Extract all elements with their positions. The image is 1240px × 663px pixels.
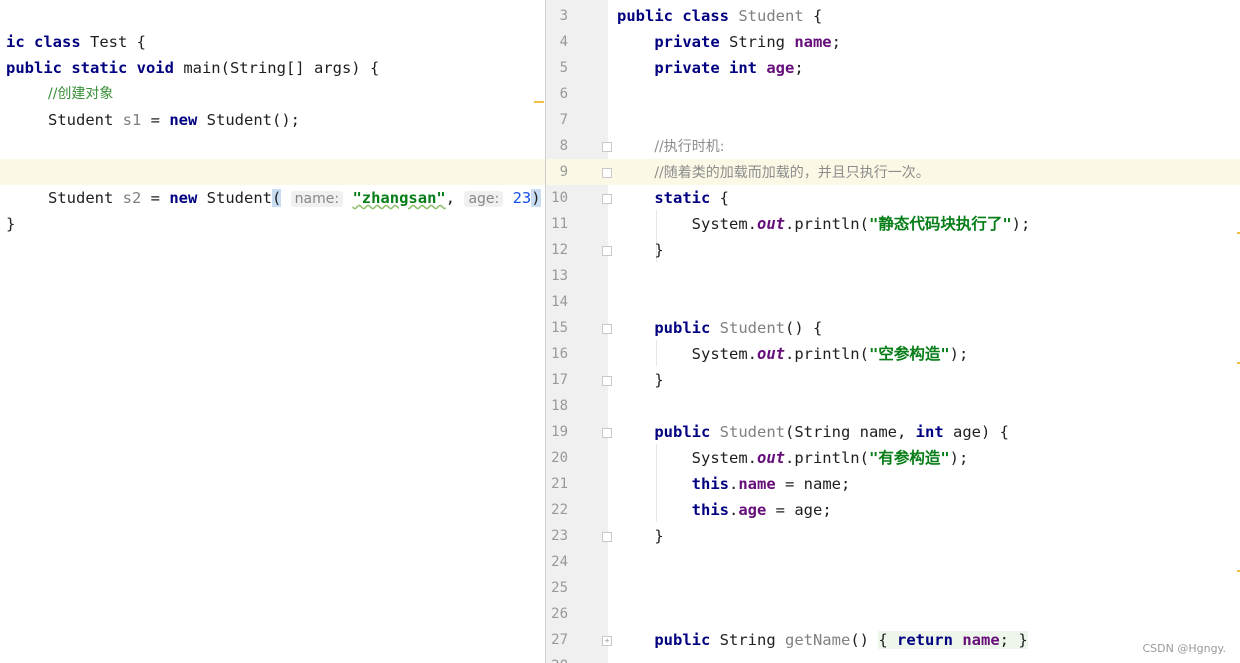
line-number: 5 (559, 60, 568, 76)
current-line[interactable]: Student s2 = new Student( name: "zhangsa… (0, 159, 545, 207)
line-number: 23 (551, 528, 568, 544)
code-line[interactable]: //创建对象 (0, 55, 545, 102)
code-line[interactable]: 21 this.name = name; (546, 471, 1240, 497)
right-editor-pane[interactable]: 3 public class Student {4 private String … (546, 0, 1240, 663)
line-number: 17 (551, 372, 568, 388)
string-literal: "静态代码块执行了" (868, 215, 1012, 233)
code-line[interactable]: 28 (546, 653, 1240, 663)
code-line[interactable]: 4 private String name; (546, 29, 1240, 55)
line-number: 13 (551, 268, 568, 284)
code-line[interactable]: public static void main(String[] args) { (0, 29, 545, 77)
line-number: 6 (559, 86, 568, 102)
code-line[interactable]: 20 System.out.println("有参构造"); (546, 445, 1240, 471)
code-line[interactable]: 14 (546, 289, 1240, 315)
line-number: 21 (551, 476, 568, 492)
string-literal: "有参构造" (868, 449, 950, 467)
fold-icon[interactable] (602, 324, 612, 334)
code-line[interactable]: 23 } (546, 523, 1240, 549)
line-number: 15 (551, 320, 568, 336)
left-editor-pane[interactable]: ic class Test { public static void main(… (0, 0, 545, 663)
code-line[interactable]: } (0, 185, 545, 233)
code-line[interactable]: ic class Test { (0, 3, 545, 51)
code-line[interactable]: 24 (546, 549, 1240, 575)
code-line[interactable]: 26 (546, 601, 1240, 627)
code-line[interactable]: 18 (546, 393, 1240, 419)
line-number: 19 (551, 424, 568, 440)
string-literal: "空参构造" (868, 345, 950, 363)
line-number: 27 (551, 632, 568, 648)
fold-icon[interactable] (602, 428, 612, 438)
line-number: 25 (551, 580, 568, 596)
line-number: 20 (551, 450, 568, 466)
line-number: 16 (551, 346, 568, 362)
line-number: 7 (559, 112, 568, 128)
code-line[interactable]: 11 System.out.println("静态代码块执行了"); (546, 211, 1240, 237)
line-number: 26 (551, 606, 568, 622)
code-line[interactable]: 19 public Student(String name, int age) … (546, 419, 1240, 445)
code-line[interactable]: 22 this.age = age; (546, 497, 1240, 523)
fold-icon[interactable] (602, 194, 612, 204)
fold-icon[interactable] (602, 376, 612, 386)
line-number: 11 (551, 216, 568, 232)
code-line[interactable]: 17 } (546, 367, 1240, 393)
fold-icon[interactable] (602, 168, 612, 178)
code-line[interactable]: 16 System.out.println("空参构造"); (546, 341, 1240, 367)
code-line[interactable]: 27 + public String getName() { return nam… (546, 627, 1240, 653)
line-number: 28 (546, 653, 568, 663)
code-line[interactable]: Student s1 = new Student(); (0, 81, 545, 129)
comment-load-once: //随着类的加载而加载的，并且只执行一次。 (654, 165, 930, 181)
code-line[interactable]: 15 public Student() { (546, 315, 1240, 341)
fold-icon[interactable] (602, 142, 612, 152)
code-line[interactable]: 8 //执行时机: (546, 133, 1240, 159)
line-number: 4 (559, 34, 568, 50)
line-number: 3 (559, 8, 568, 24)
fold-icon[interactable] (602, 532, 612, 542)
code-line[interactable]: 9 //随着类的加载而加载的，并且只执行一次。 (546, 159, 1240, 185)
code-line[interactable]: 12 } (546, 237, 1240, 263)
line-number: 22 (551, 502, 568, 518)
code-line[interactable]: 5 private int age; (546, 55, 1240, 81)
code-line[interactable]: 7 (546, 107, 1240, 133)
line-number: 9 (559, 164, 568, 180)
code-line[interactable]: 13 (546, 263, 1240, 289)
line-number: 10 (551, 190, 568, 206)
watermark: CSDN @Hgngy. (1142, 642, 1226, 655)
code-line[interactable]: 10 static { (546, 185, 1240, 211)
line-number: 18 (551, 398, 568, 414)
line-number: 12 (551, 242, 568, 258)
code-line[interactable]: 6 (546, 81, 1240, 107)
code-line[interactable]: 3 public class Student { (546, 3, 1240, 29)
line-number: 14 (551, 294, 568, 310)
fold-icon[interactable]: + (602, 636, 612, 646)
fold-icon[interactable] (602, 246, 612, 256)
code-line[interactable]: 25 (546, 575, 1240, 601)
comment-exec-time: //执行时机: (654, 139, 725, 155)
line-number: 8 (559, 138, 568, 154)
warning-marker (534, 101, 544, 103)
line-number: 24 (551, 554, 568, 570)
